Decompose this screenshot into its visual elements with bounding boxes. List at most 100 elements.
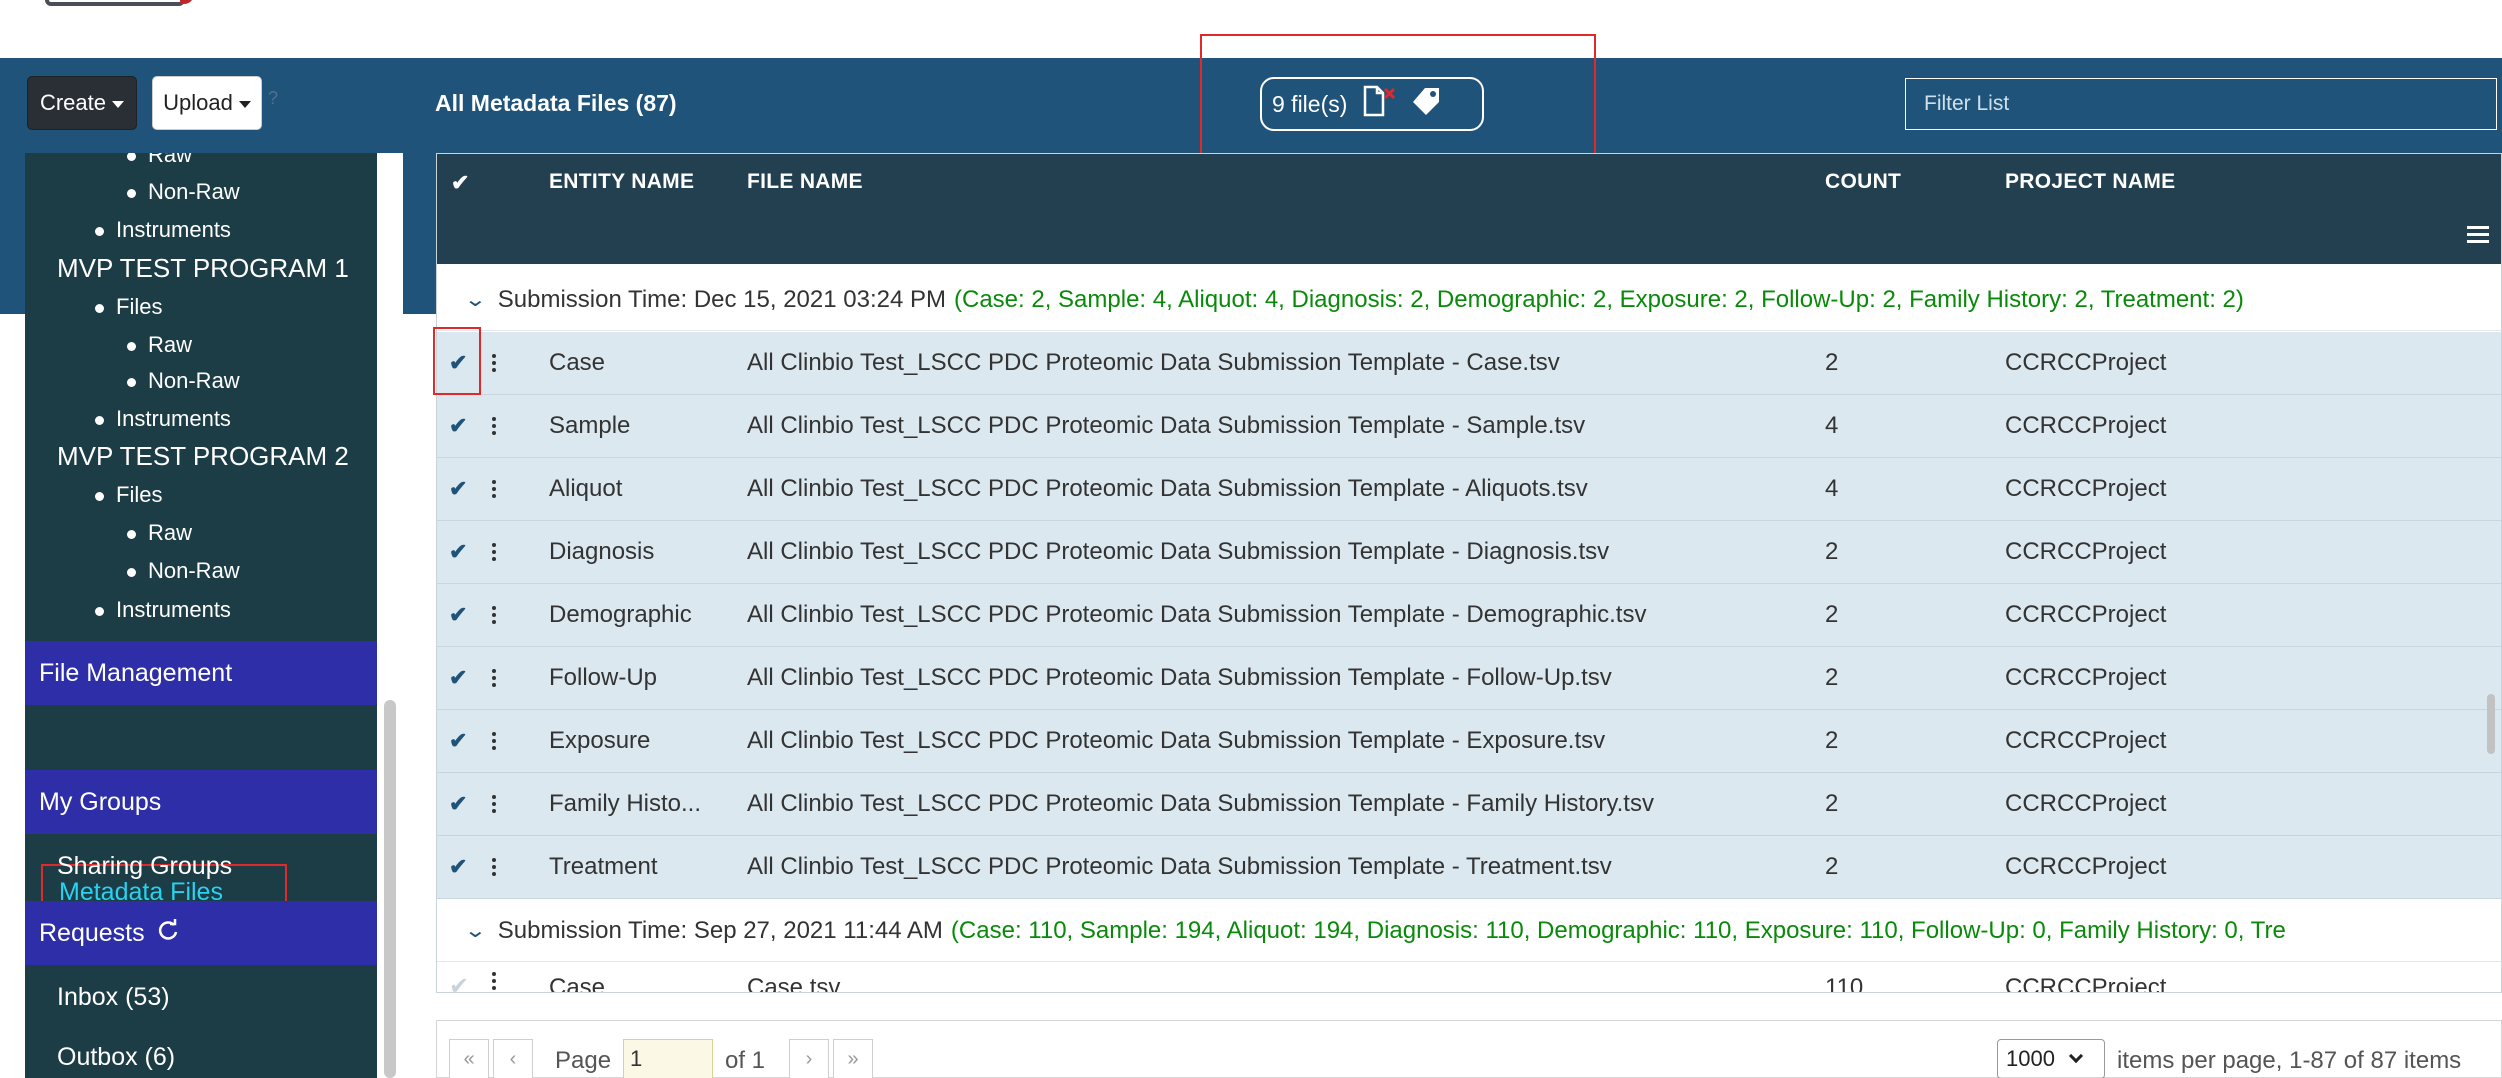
bullet-icon bbox=[127, 341, 136, 351]
table-row[interactable]: ✔ Case All Clinbio Test_LSCC PDC Proteomic… bbox=[437, 332, 2501, 395]
sidebar-item-inbox[interactable]: Inbox (53) bbox=[25, 967, 377, 1027]
next-page-button[interactable]: › bbox=[789, 1039, 829, 1078]
page-title: All Metadata Files (87) bbox=[435, 90, 677, 116]
cell-project: CCRCCProject bbox=[2005, 853, 2167, 880]
cell-project: CCRCCProject bbox=[2005, 790, 2167, 817]
row-menu-icon[interactable] bbox=[492, 836, 496, 898]
page-label: Page bbox=[555, 1047, 612, 1074]
row-menu-icon[interactable] bbox=[492, 458, 496, 520]
column-menu-icon[interactable] bbox=[2467, 226, 2489, 247]
tree-item-program[interactable]: MVP TEST PROGRAM 2 bbox=[57, 441, 349, 472]
col-header-project[interactable]: PROJECT NAME bbox=[2005, 170, 2175, 194]
cell-file: All Clinbio Test_LSCC PDC Proteomic Data… bbox=[747, 475, 1588, 502]
bullet-icon bbox=[127, 377, 136, 387]
col-header-count[interactable]: COUNT bbox=[1825, 170, 1901, 194]
chevron-down-icon[interactable]: ⌄ bbox=[464, 918, 487, 943]
table-row[interactable]: ✔ Treatment All Clinbio Test_LSCC PDC Prot… bbox=[437, 836, 2501, 899]
page-number-input[interactable]: 1 bbox=[623, 1039, 713, 1078]
tree-item[interactable]: Instruments bbox=[95, 217, 231, 243]
section-requests[interactable]: Requests bbox=[25, 901, 377, 965]
section-file-management[interactable]: File Management bbox=[25, 641, 377, 705]
row-menu-icon[interactable] bbox=[492, 773, 496, 835]
cell-file: All Clinbio Test_LSCC PDC Proteomic Data… bbox=[747, 727, 1606, 754]
table-row[interactable]: ✔ Case Case.tsv 110 CCRCCProject bbox=[437, 964, 2501, 992]
checkbox-check-icon[interactable]: ✔ bbox=[449, 395, 467, 457]
row-menu-icon[interactable] bbox=[492, 332, 496, 394]
row-menu-icon[interactable] bbox=[492, 710, 496, 772]
tree-item[interactable]: Raw bbox=[127, 153, 192, 168]
create-button[interactable]: Create bbox=[27, 76, 137, 130]
sidebar-scroll-thumb[interactable] bbox=[384, 700, 396, 1078]
cell-entity: Case bbox=[549, 349, 606, 376]
sidebar-item-sharing-groups[interactable]: Sharing Groups bbox=[25, 836, 377, 896]
cell-file: All Clinbio Test_LSCC PDC Proteomic Data… bbox=[747, 601, 1647, 628]
checkbox-check-icon[interactable]: ✔ bbox=[449, 647, 467, 709]
tree-item[interactable]: Files bbox=[95, 482, 162, 508]
cell-project: CCRCCProject bbox=[2005, 475, 2167, 502]
cell-entity: Exposure bbox=[549, 727, 651, 754]
page-of-label: of 1 bbox=[725, 1047, 766, 1074]
vertical-scroll-thumb[interactable] bbox=[2487, 694, 2495, 754]
col-header-file[interactable]: FILE NAME bbox=[747, 170, 863, 194]
cell-project: CCRCCProject bbox=[2005, 349, 2167, 376]
filter-list-input[interactable]: Filter List bbox=[1905, 78, 2497, 130]
tree-item[interactable]: Files bbox=[95, 294, 162, 320]
bullet-icon bbox=[127, 567, 136, 577]
checkbox-check-icon[interactable]: ✔ bbox=[449, 458, 467, 520]
tree-item[interactable]: Raw bbox=[127, 332, 192, 358]
table-row[interactable]: ✔ Aliquot All Clinbio Test_LSCC PDC Proteo… bbox=[437, 458, 2501, 521]
prev-page-button[interactable]: ‹ bbox=[493, 1039, 533, 1078]
cell-count: 4 bbox=[1825, 412, 1839, 439]
tree-item-program[interactable]: MVP TEST PROGRAM 1 bbox=[57, 253, 349, 284]
row-menu-icon[interactable] bbox=[492, 521, 496, 583]
tree-item[interactable]: Instruments bbox=[95, 597, 231, 623]
group-header[interactable]: ⌄ Submission Time: Dec 15, 2021 03:24 PM… bbox=[437, 269, 2501, 331]
cell-entity: Follow-Up bbox=[549, 664, 658, 691]
tree-item[interactable]: Non-Raw bbox=[127, 558, 240, 584]
row-menu-icon[interactable] bbox=[492, 972, 496, 990]
table-row[interactable]: ✔ Demographic All Clinbio Test_LSCC PDC Pr… bbox=[437, 584, 2501, 647]
group-header[interactable]: ⌄ Submission Time: Sep 27, 2021 11:44 AM… bbox=[437, 900, 2501, 962]
checkbox-check-icon[interactable]: ✔ bbox=[449, 836, 467, 898]
row-menu-icon[interactable] bbox=[492, 584, 496, 646]
cell-project: CCRCCProject bbox=[2005, 727, 2167, 754]
cell-file: All Clinbio Test_LSCC PDC Proteomic Data… bbox=[747, 412, 1586, 439]
table-row[interactable]: ✔ Follow-Up All Clinbio Test_LSCC PDC Prot… bbox=[437, 647, 2501, 710]
checkbox-check-icon[interactable]: ✔ bbox=[449, 521, 467, 583]
table-row[interactable]: ✔ Sample All Clinbio Test_LSCC PDC Proteom… bbox=[437, 395, 2501, 458]
help-icon[interactable]: ? bbox=[268, 88, 278, 109]
section-my-groups[interactable]: My Groups bbox=[25, 770, 377, 834]
upload-button[interactable]: Upload bbox=[152, 76, 262, 130]
row-menu-icon[interactable] bbox=[492, 395, 496, 457]
checkbox-check-icon[interactable]: ✔ bbox=[449, 584, 467, 646]
per-page-select[interactable]: 1000 bbox=[1997, 1039, 2105, 1078]
table-row[interactable]: ✔ Exposure All Clinbio Test_LSCC PDC Prote… bbox=[437, 710, 2501, 773]
bullet-icon bbox=[95, 491, 104, 501]
caret-down-icon bbox=[238, 100, 251, 108]
checkbox-check-icon[interactable]: ✔ bbox=[449, 773, 467, 835]
last-page-button[interactable]: » bbox=[833, 1039, 873, 1078]
tree-item[interactable]: Raw bbox=[127, 520, 192, 546]
filter-placeholder: Filter List bbox=[1924, 92, 2010, 115]
cell-entity: Sample bbox=[549, 412, 631, 439]
table-row[interactable]: ✔ Family Histo... All Clinbio Test_LSCC PD… bbox=[437, 773, 2501, 836]
refresh-icon[interactable] bbox=[157, 918, 179, 948]
tree-item[interactable]: Non-Raw bbox=[127, 368, 240, 394]
checkbox-check-icon[interactable]: ✔ bbox=[449, 972, 469, 992]
cell-count: 2 bbox=[1825, 601, 1839, 628]
sidebar-item-outbox[interactable]: Outbox (6) bbox=[25, 1027, 377, 1078]
chevron-down-icon[interactable]: ⌄ bbox=[464, 287, 487, 312]
checkbox-check-icon[interactable]: ✔ bbox=[449, 710, 467, 772]
sidebar: Raw Non-Raw Instruments MVP TEST PROGRAM… bbox=[25, 153, 377, 1078]
select-all-checkbox[interactable]: ✔ bbox=[451, 170, 470, 196]
bullet-icon bbox=[127, 529, 136, 539]
tree-item[interactable]: Non-Raw bbox=[127, 179, 240, 205]
row-menu-icon[interactable] bbox=[492, 647, 496, 709]
col-header-entity[interactable]: ENTITY NAME bbox=[549, 170, 694, 194]
first-page-button[interactable]: « bbox=[449, 1039, 489, 1078]
metadata-grid: ✔ ENTITY NAME FILE NAME COUNT PROJECT NA… bbox=[436, 153, 2502, 993]
table-row[interactable]: ✔ Diagnosis All Clinbio Test_LSCC PDC Prot… bbox=[437, 521, 2501, 584]
cell-count: 2 bbox=[1825, 664, 1839, 691]
cell-count: 2 bbox=[1825, 853, 1839, 880]
tree-item[interactable]: Instruments bbox=[95, 406, 231, 432]
